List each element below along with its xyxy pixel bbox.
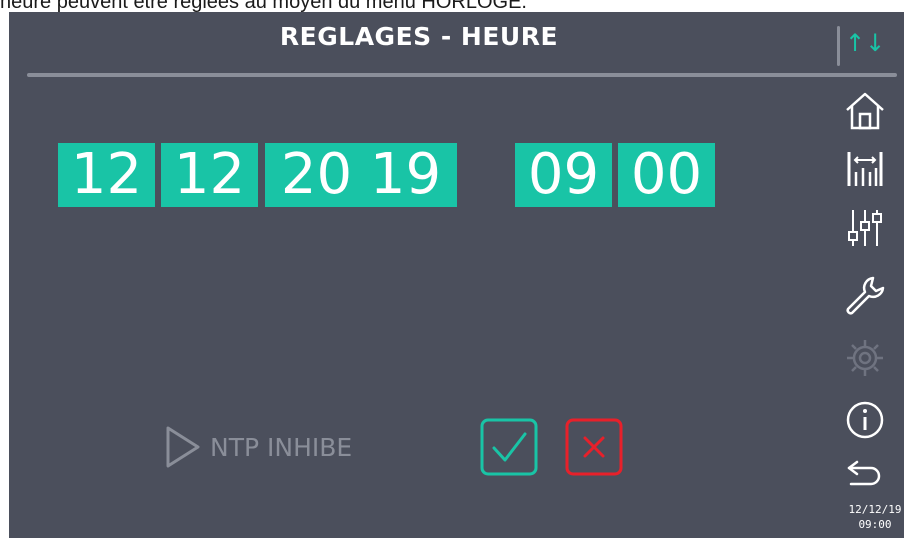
day-field[interactable]: 12 — [58, 143, 155, 207]
sort-arrows-icon[interactable]: ↑↓ — [845, 28, 895, 58]
wrench-icon[interactable] — [843, 274, 887, 318]
page-title: REGLAGES - HEURE — [279, 22, 559, 51]
sliders-icon[interactable] — [843, 206, 887, 250]
header-divider — [837, 26, 840, 66]
confirm-button[interactable] — [480, 418, 538, 476]
info-icon[interactable] — [843, 398, 887, 442]
ntp-label: NTP INHIBE — [210, 432, 353, 462]
hour-field[interactable]: 09 — [515, 143, 612, 207]
play-icon — [166, 426, 200, 468]
gear-icon[interactable] — [843, 336, 887, 380]
title-underline — [27, 73, 897, 77]
cancel-button[interactable] — [565, 418, 623, 476]
measure-icon[interactable] — [843, 146, 887, 190]
home-icon[interactable] — [843, 88, 887, 132]
ntp-toggle[interactable]: NTP INHIBE — [162, 422, 352, 472]
close-icon — [565, 418, 623, 476]
clock-date: 12/12/19 — [848, 503, 902, 516]
back-icon[interactable] — [843, 450, 887, 494]
month-field[interactable]: 12 — [161, 143, 258, 207]
year-field[interactable]: 20 19 — [265, 143, 457, 207]
clock-time: 09:00 — [858, 518, 892, 531]
hmi-screen: REGLAGES - HEURE ↑↓ 12 12 20 19 09 00 NT… — [9, 12, 904, 538]
status-clock: 12/12/19 09:00 — [845, 502, 904, 532]
check-icon — [480, 418, 538, 476]
minute-field[interactable]: 00 — [618, 143, 715, 207]
